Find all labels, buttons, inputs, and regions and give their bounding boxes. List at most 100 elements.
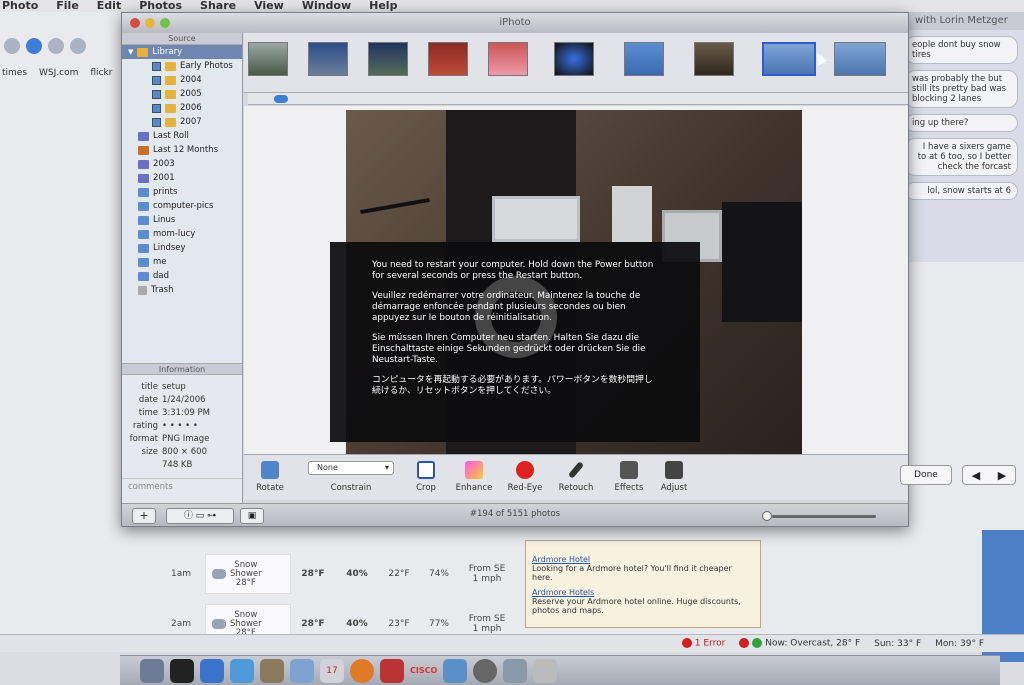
retouch-button[interactable]: Retouch [548,461,604,493]
back-icon[interactable] [4,38,20,54]
album-item[interactable]: Lindsey [122,241,242,255]
album-item[interactable]: prints [122,185,242,199]
home-icon[interactable] [70,38,86,54]
folder-item[interactable]: 2006 [122,101,242,115]
bookmark-flickr[interactable]: flickr [90,68,112,78]
constrain-select[interactable]: None [308,461,394,475]
ichat-icon[interactable] [230,658,254,683]
error-icon [681,638,692,649]
folder-item[interactable]: 2005 [122,87,242,101]
checkbox-icon[interactable] [152,61,161,71]
precip-cell: 40% [346,619,368,629]
red-eye-button[interactable]: Red-Eye [502,461,548,493]
arrow-left-icon[interactable]: ◀ [972,469,980,482]
scroll-knob[interactable] [274,95,288,103]
effects-button[interactable]: Effects [604,461,654,493]
thumbnail[interactable] [248,42,288,76]
album-item[interactable]: mom-lucy [122,227,242,241]
trash-icon[interactable] [533,658,558,683]
checkbox-icon[interactable] [152,117,161,127]
menu-window[interactable]: Window [302,0,351,12]
filmstrip-scrollbar[interactable] [248,93,908,105]
ad-link[interactable]: Ardmore Hotels [532,588,594,597]
ad-link[interactable]: Ardmore Hotel [532,555,590,564]
enhance-button[interactable]: Enhance [446,461,502,493]
menu-file[interactable]: File [56,0,79,12]
album-item[interactable]: Linus [122,213,242,227]
zoom-slider[interactable] [772,515,876,518]
iphoto-icon[interactable] [503,658,528,683]
app-icon[interactable] [380,658,404,683]
zoom-icon[interactable] [160,18,170,28]
red-eye-icon [516,461,534,479]
preview-icon[interactable] [443,658,468,683]
quicktime-icon[interactable] [473,658,498,683]
menu-photo[interactable]: Photo [2,0,38,12]
menu-view[interactable]: View [254,0,284,12]
stop-icon[interactable] [48,38,64,54]
folder-item[interactable]: 2004 [122,73,242,87]
thumbnail[interactable] [368,42,408,76]
folder-item[interactable]: 2007 [122,115,242,129]
album-item[interactable]: 2003 [122,157,242,171]
itunes-icon[interactable] [290,658,314,683]
checkbox-icon[interactable] [152,75,161,85]
thumbnail[interactable] [308,42,348,76]
menu-edit[interactable]: Edit [97,0,121,12]
done-button[interactable]: Done [900,465,952,485]
album-item[interactable]: dad [122,269,242,283]
library-icon [137,47,149,57]
chat-window: with Lorin Metzger eople dont buy snow t… [898,12,1024,262]
thumbnail[interactable] [488,42,528,76]
comments-field[interactable]: comments [122,478,242,492]
info-row: size 800 × 600 [141,447,207,457]
reload-icon[interactable] [26,38,42,54]
rotate-button[interactable]: Rotate [244,461,296,493]
menu-photos[interactable]: Photos [139,0,182,12]
restart-msg-en: You need to restart your computer. Hold … [372,260,654,281]
arrow-right-icon[interactable]: ▶ [998,469,1006,482]
restart-msg-ja: コンピュータを再起動する必要があります。パワーボタンを数秒間押し続けるか、リセッ… [372,375,653,396]
library-item[interactable]: ▼ Library [122,45,242,59]
close-icon[interactable] [130,18,140,28]
dashboard-icon[interactable] [170,658,194,683]
ical-icon[interactable]: 17 [320,658,344,683]
minimize-icon[interactable] [145,18,155,28]
crop-button[interactable]: Crop [406,461,446,493]
menu-share[interactable]: Share [200,0,236,12]
thumbnail[interactable] [694,42,734,76]
album-item[interactable]: Last Roll [122,129,242,143]
thumbnail[interactable] [428,42,468,76]
bookmark-wsj[interactable]: WSJ.com [39,68,78,78]
error-indicator[interactable]: 1 Error [681,638,725,649]
address-book-icon[interactable] [260,658,284,683]
online-icon [752,638,763,649]
album-item[interactable]: computer-pics [122,199,242,213]
folder-icon [165,61,176,71]
info-header: Information [122,363,242,375]
cisco-icon[interactable]: CISCO [410,666,437,675]
dew-cell: 22°F [388,569,410,579]
info-row: rating • • • • • [132,421,198,431]
album-item[interactable]: me [122,255,242,269]
trash-item[interactable]: Trash [122,283,242,297]
folder-item[interactable]: Early Photos [122,59,242,73]
adjust-button[interactable]: Adjust [654,461,694,493]
zoom-slider-knob[interactable] [762,511,772,521]
checkbox-icon[interactable] [152,89,161,99]
checkbox-icon[interactable] [152,103,161,113]
snow-icon [212,619,226,629]
menu-help[interactable]: Help [369,0,397,12]
album-icon [138,173,149,183]
thumbnail[interactable] [554,42,594,76]
album-item[interactable]: Last 12 Months [122,143,242,157]
finder-icon[interactable] [140,658,164,683]
disclosure-triangle-icon[interactable]: ▼ [128,48,133,56]
thumbnail[interactable] [834,42,886,76]
firefox-icon[interactable] [350,658,374,683]
album-item[interactable]: 2001 [122,171,242,185]
thumbnail-selected[interactable] [762,42,816,76]
mail-icon[interactable] [200,658,224,683]
thumbnail[interactable] [624,42,664,76]
bookmark-times[interactable]: times [2,68,27,78]
